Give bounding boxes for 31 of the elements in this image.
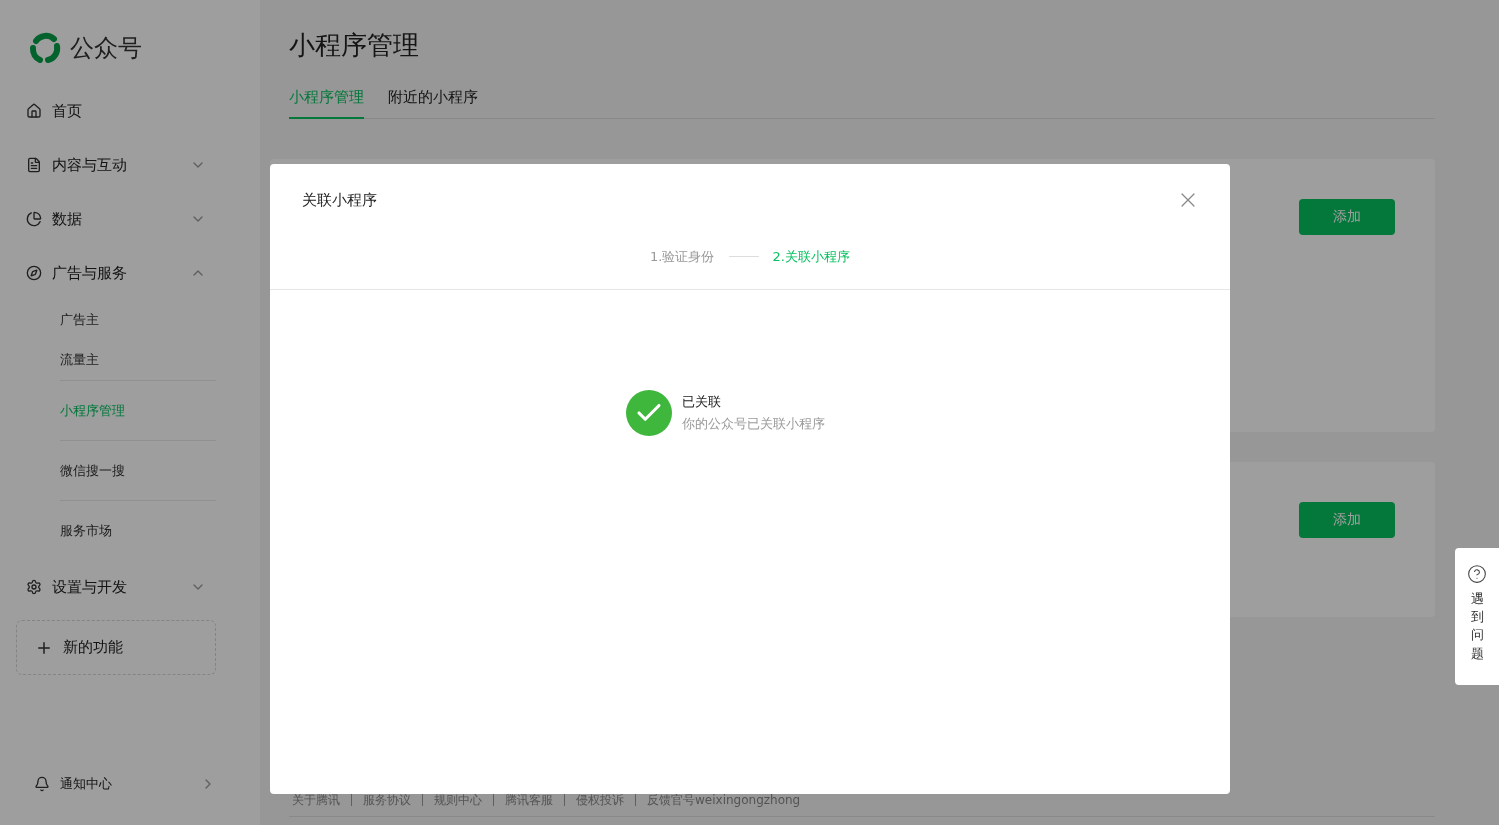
step-label: 2.关联小程序 [772,247,850,266]
nav-item[interactable]: 广告与服务 [16,246,206,300]
settings-icon [26,579,42,595]
tab[interactable]: 附近的小程序 [388,88,478,119]
help-label: 遇到问题 [1470,590,1484,663]
help-panel[interactable]: 遇到问题 [1455,548,1499,685]
dialog-title: 关联小程序 [302,190,377,210]
bell-icon [34,776,50,792]
new-feature-button[interactable]: 新的功能 [16,620,216,675]
step-label: 1.验证身份 [650,247,715,266]
document-icon [26,157,42,173]
page-title: 小程序管理 [289,29,420,62]
check-icon [626,390,672,436]
nav-subitem[interactable]: 微信搜一搜 [60,440,216,500]
nav-item[interactable]: 设置与开发 [16,560,206,614]
help-icon [1467,564,1487,584]
nav-item[interactable]: 内容与互动 [16,138,206,192]
brand-name: 公众号 [70,33,142,64]
nav-item[interactable]: 数据 [16,192,206,246]
nav-item[interactable]: 首页 [16,84,206,138]
nav-subitem[interactable]: 流量主 [60,340,216,380]
result-description: 你的公众号已关联小程序 [682,415,825,433]
nav-subitem[interactable]: 服务市场 [60,500,216,560]
notification-item[interactable]: 通知中心 [16,775,216,793]
compass-icon [26,265,42,281]
logo-icon [28,31,62,65]
new-feature-label: 新的功能 [63,638,123,657]
pie-chart-icon [26,211,42,227]
result-title: 已关联 [682,393,722,411]
nav-subitem[interactable]: 广告主 [60,300,216,340]
home-icon [26,103,42,119]
